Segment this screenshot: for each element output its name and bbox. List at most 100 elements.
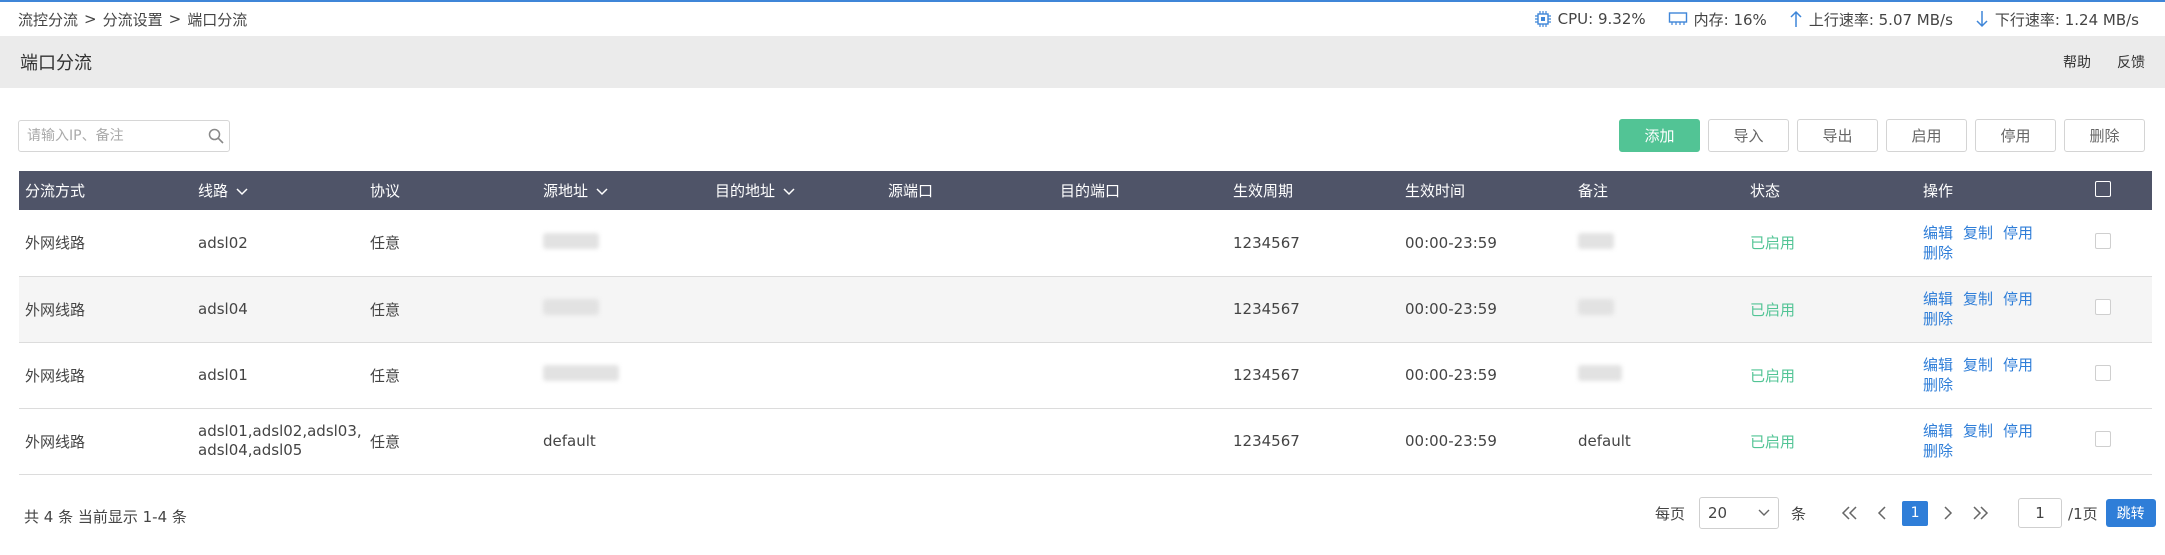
copy-link[interactable]: 复制	[1963, 356, 1993, 374]
last-page-button[interactable]	[1968, 499, 1992, 527]
table-header-row: 分流方式 线路 协议 源地址 目的地址 源端口 目的端口 生效周期 生效时间 备…	[19, 171, 2152, 210]
col-header-status: 状态	[1750, 182, 1781, 200]
table-row: 外网线路 adsl02 任意 1234567 00:00-23:59 已启用 编…	[19, 210, 2152, 276]
page-size-select[interactable]: 20	[1699, 497, 1780, 529]
import-button[interactable]: 导入	[1708, 119, 1789, 152]
enable-button[interactable]: 启用	[1886, 119, 1967, 152]
cell-period: 1234567	[1233, 300, 1300, 318]
cell-source-address	[537, 342, 709, 408]
memory-icon	[1668, 12, 1687, 25]
cell-note: default	[1578, 432, 1631, 450]
double-chevron-right-icon	[1973, 506, 1989, 520]
export-button[interactable]: 导出	[1797, 119, 1878, 152]
cell-period: 1234567	[1233, 233, 1300, 252]
select-all-checkbox[interactable]	[2095, 180, 2111, 197]
redacted-value	[1578, 299, 1614, 315]
search-input[interactable]	[19, 121, 203, 151]
jump-button[interactable]: 跳转	[2105, 499, 2156, 527]
cell-line: adsl01,adsl02,adsl03, adsl04,adsl05	[198, 422, 362, 459]
page-header: 端口分流 帮助 反馈	[0, 36, 2165, 88]
breadcrumb-item-port-diversion: 端口分流	[187, 10, 248, 29]
delete-link[interactable]: 删除	[1923, 310, 1953, 328]
cell-source-port	[882, 408, 1054, 474]
col-header-protocol: 协议	[370, 182, 401, 200]
system-stats: CPU: 9.32% 内存: 16% 上行速率: 5.07 MB/s 下行速率:…	[1534, 9, 2147, 30]
breadcrumb: 流控分流 > 分流设置 > 端口分流	[18, 9, 247, 30]
delete-link[interactable]: 删除	[1923, 376, 1953, 394]
cell-time: 00:00-23:59	[1405, 300, 1497, 318]
toolbar: 添加 导入 导出 启用 停用 删除	[1619, 119, 2145, 152]
table-row: 外网线路 adsl04 任意 1234567 00:00-23:59 已启用 编…	[19, 276, 2152, 342]
cell-note	[1572, 342, 1744, 408]
breadcrumb-item-diversion-settings[interactable]: 分流设置	[103, 9, 163, 30]
cell-select	[2089, 342, 2152, 408]
col-header-period: 生效周期	[1233, 182, 1294, 200]
redacted-value	[1578, 365, 1622, 381]
chevron-down-icon[interactable]	[596, 187, 608, 196]
double-chevron-left-icon	[1841, 506, 1857, 520]
edit-link[interactable]: 编辑	[1923, 224, 1953, 242]
col-header-dest-port: 目的端口	[1060, 182, 1121, 200]
cell-period: 1234567	[1233, 366, 1300, 384]
feedback-link[interactable]: 反馈	[2117, 52, 2145, 72]
cell-status: 已启用	[1750, 300, 1796, 319]
first-page-button[interactable]	[1838, 499, 1862, 527]
cell-dest-port	[1054, 342, 1227, 408]
edit-link[interactable]: 编辑	[1923, 356, 1953, 374]
cell-source-port	[882, 342, 1054, 408]
row-checkbox[interactable]	[2095, 431, 2111, 447]
col-header-line-label: 线路	[198, 182, 229, 200]
delete-button[interactable]: 删除	[2064, 119, 2145, 152]
help-link[interactable]: 帮助	[2063, 52, 2091, 72]
disable-link[interactable]: 停用	[2003, 356, 2033, 374]
copy-link[interactable]: 复制	[1963, 224, 1993, 242]
breadcrumb-item-flow-control[interactable]: 流控分流	[18, 9, 78, 30]
redacted-value	[543, 299, 599, 315]
edit-link[interactable]: 编辑	[1923, 290, 1953, 308]
col-header-select-all[interactable]	[2089, 171, 2152, 210]
cell-status: 已启用	[1750, 234, 1796, 253]
cell-note	[1572, 276, 1744, 342]
chevron-down-icon[interactable]	[236, 187, 248, 196]
cpu-stat: CPU: 9.32%	[1534, 10, 1646, 28]
cell-dest-address	[709, 276, 882, 342]
delete-link[interactable]: 删除	[1923, 244, 1953, 262]
add-button[interactable]: 添加	[1619, 119, 1700, 152]
cell-mode: 外网线路	[25, 432, 86, 451]
row-checkbox[interactable]	[2095, 299, 2111, 315]
copy-link[interactable]: 复制	[1963, 422, 1993, 440]
page-size-value: 20	[1708, 504, 1728, 522]
chevron-down-icon[interactable]	[783, 187, 795, 196]
row-checkbox[interactable]	[2095, 365, 2111, 381]
col-header-source-address[interactable]: 源地址	[537, 171, 709, 210]
next-page-button[interactable]	[1936, 499, 1960, 527]
prev-page-button[interactable]	[1870, 499, 1894, 527]
disable-link[interactable]: 停用	[2003, 422, 2033, 440]
rules-table: 分流方式 线路 协议 源地址 目的地址 源端口 目的端口 生效周期 生效时间 备…	[19, 171, 2152, 475]
cell-dest-address	[709, 342, 882, 408]
cell-status: 已启用	[1750, 366, 1796, 385]
search-icon[interactable]	[203, 128, 229, 144]
col-header-line[interactable]: 线路	[192, 171, 364, 210]
goto-page-input[interactable]: 1	[2018, 498, 2063, 528]
disable-link[interactable]: 停用	[2003, 290, 2033, 308]
cell-select	[2089, 276, 2152, 342]
header-links: 帮助 反馈	[2063, 52, 2145, 72]
page-title: 端口分流	[20, 53, 92, 74]
copy-link[interactable]: 复制	[1963, 290, 1993, 308]
col-header-dest-address[interactable]: 目的地址	[709, 171, 882, 210]
col-header-source-port: 源端口	[888, 182, 934, 200]
cell-dest-port	[1054, 210, 1227, 276]
edit-link[interactable]: 编辑	[1923, 422, 1953, 440]
cell-protocol: 任意	[370, 234, 401, 253]
cell-dest-address	[709, 210, 882, 276]
cell-line: adsl04	[198, 300, 248, 318]
disable-button[interactable]: 停用	[1975, 119, 2056, 152]
page-nav: 1	[1838, 499, 1992, 527]
current-page-button[interactable]: 1	[1902, 500, 1929, 526]
table-row: 外网线路 adsl01,adsl02,adsl03, adsl04,adsl05…	[19, 408, 2152, 474]
row-checkbox[interactable]	[2095, 232, 2111, 249]
delete-link[interactable]: 删除	[1923, 442, 1953, 460]
disable-link[interactable]: 停用	[2003, 224, 2033, 242]
cpu-value: CPU: 9.32%	[1557, 10, 1646, 28]
